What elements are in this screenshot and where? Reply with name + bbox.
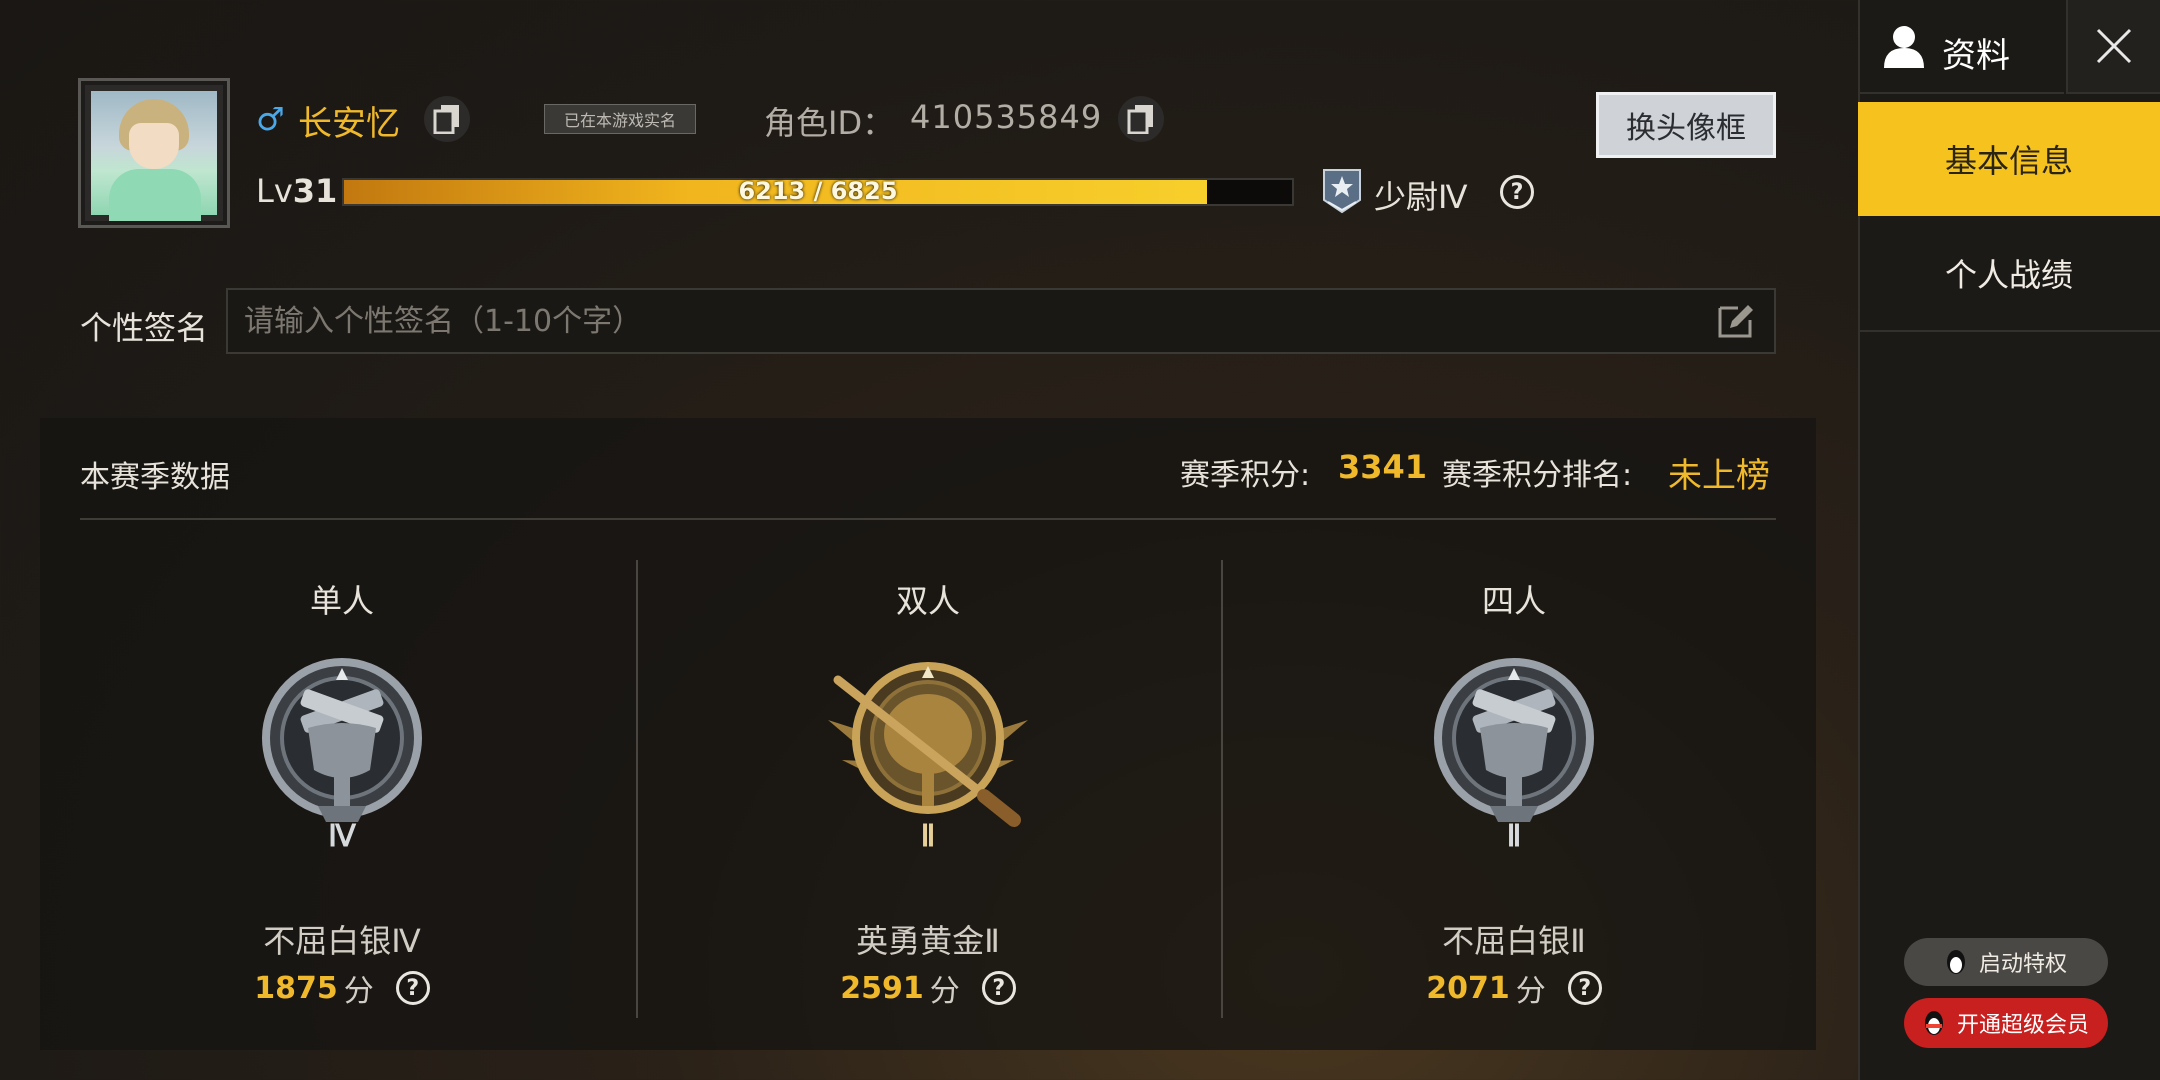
gold-tier-badge-icon: Ⅱ [828,662,1028,850]
season-points-label: 赛季积分: [1180,458,1311,493]
silver-tier-badge-icon: Ⅱ [1434,658,1594,850]
level-label: Lv31 [256,172,337,210]
score-value: 2591 [840,970,924,1006]
verified-badge: 已在本游戏实名 [544,104,696,134]
mode-solo[interactable]: 单人 Ⅳ 不屈白银Ⅳ 1875 分 ? [52,560,632,1020]
gender-male-icon: ♂ [256,100,285,138]
score-unit: 分 [343,974,374,1009]
score-unit: 分 [929,974,960,1009]
score-value: 1875 [254,970,338,1006]
role-id-label: 角色ID： [764,104,895,142]
mode-duo[interactable]: 双人 Ⅱ 英勇黄金Ⅱ 2591 分 ? [638,560,1218,1020]
user-icon [1884,26,1924,68]
avatar[interactable] [78,78,230,228]
tab-personal-stats[interactable]: 个人战绩 [1858,216,2160,332]
rank-help-icon[interactable]: ? [1500,175,1534,209]
copy-role-id-button[interactable] [1118,96,1164,142]
change-frame-button[interactable]: 换头像框 [1596,92,1776,158]
tab-basic-info[interactable]: 基本信息 [1858,102,2160,216]
level-prefix: Lv [256,172,293,210]
tier-name: 英勇黄金Ⅱ [856,922,1000,960]
signature-label: 个性签名 [80,309,209,347]
silver-tier-badge-icon: Ⅳ [262,658,422,850]
player-name: 长安忆 [298,104,400,144]
score-row: 2071 分 ? [1224,966,1804,1010]
military-rank: 少尉Ⅳ [1374,178,1468,216]
launch-privilege-button[interactable]: 启动特权 [1904,938,2108,986]
score-help-icon[interactable]: ? [395,971,430,1005]
role-id-value: 410535849 [910,98,1103,136]
season-points-value: 3341 [1338,448,1428,486]
score-help-icon[interactable]: ? [981,971,1016,1005]
season-rank-label: 赛季积分排名: [1442,458,1633,493]
copy-name-button[interactable] [424,96,470,142]
tier-numeral: Ⅱ [1507,820,1522,850]
score-row: 2591 分 ? [638,966,1218,1010]
mode-title: 双人 [895,582,960,620]
season-title: 本赛季数据 [80,460,230,495]
xp-progress-bar: 6213 / 6825 [342,177,1294,206]
qq-penguin-icon [1946,950,1965,974]
level-number: 31 [292,172,338,210]
score-help-icon[interactable]: ? [1567,971,1602,1005]
tier-name: 不屈白银Ⅳ [263,922,421,960]
copy-icon [1127,105,1153,134]
mode-squad[interactable]: 四人 Ⅱ 不屈白银Ⅱ 2071 分 ? [1224,560,1804,1020]
edit-icon[interactable] [1716,302,1756,340]
xp-text: 6213 / 6825 [738,177,898,205]
divider [80,518,1776,520]
tier-numeral: Ⅱ [921,820,936,850]
tier-name: 不屈白银Ⅱ [1442,922,1586,960]
rank-chevron-icon [1323,169,1361,214]
column-divider [1221,560,1223,1018]
close-button[interactable] [2066,0,2160,94]
score-row: 1875 分 ? [52,966,632,1010]
score-unit: 分 [1515,974,1546,1009]
tier-numeral: Ⅳ [328,820,357,850]
super-vip-button[interactable]: 开通超级会员 [1904,998,2108,1048]
signature-input[interactable] [226,288,1776,354]
season-rank-value: 未上榜 [1668,456,1770,496]
copy-icon [433,105,459,134]
close-icon [2096,28,2132,64]
avatar-image [91,91,217,221]
super-vip-label: 开通超级会员 [1956,1013,2089,1038]
sidebar-title: 资料 [1942,36,2010,76]
mode-title: 四人 [1481,582,1546,620]
score-value: 2071 [1426,970,1510,1006]
launch-privilege-label: 启动特权 [1978,952,2067,977]
mode-title: 单人 [309,582,374,620]
qq-penguin-icon [1924,1011,1943,1035]
